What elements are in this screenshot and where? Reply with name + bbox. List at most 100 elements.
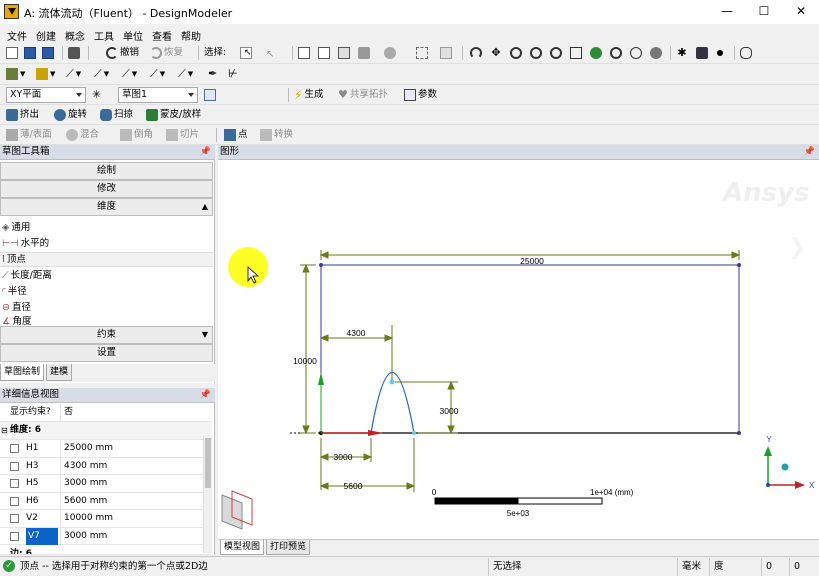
section-dimensions[interactable]: 维度 ▲ — [0, 198, 213, 216]
dimension-value[interactable]: 3000 mm — [60, 475, 107, 492]
extend-select-icon[interactable] — [384, 45, 396, 61]
section-modify[interactable]: 修改 — [0, 180, 213, 198]
menu-concept[interactable]: 概念 — [62, 27, 88, 44]
fit-icon[interactable] — [440, 45, 452, 61]
arch-end-point[interactable] — [412, 431, 416, 435]
dim-h6[interactable] — [319, 438, 416, 492]
pin-icon[interactable]: 📌 — [200, 388, 211, 402]
share-topology-button[interactable]: ♥ 共享拓扑 — [338, 87, 388, 103]
dim-v2-label[interactable]: 10000 — [293, 356, 317, 366]
menu-view[interactable]: 查看 — [149, 27, 175, 44]
new-icon[interactable] — [6, 45, 18, 61]
dim-v2[interactable] — [300, 263, 316, 435]
curve-tool-icon[interactable]: ⟋ ▼ — [178, 66, 193, 82]
pin-icon[interactable]: 📌 — [804, 145, 815, 159]
section-settings[interactable]: 设置 — [0, 344, 213, 362]
close-button[interactable]: ✕ — [786, 2, 816, 20]
checkbox[interactable] — [10, 531, 19, 541]
pan-icon[interactable]: ✥ — [490, 45, 502, 61]
dim-h1-label[interactable]: 25000 — [520, 256, 544, 266]
zoom-icon[interactable] — [510, 45, 522, 61]
tool-radius[interactable]: ◜ 半径 — [2, 284, 27, 299]
vertex-point[interactable] — [737, 263, 741, 267]
details-row-h6[interactable]: H6 5600 mm — [0, 492, 212, 510]
screenshot-icon[interactable] — [68, 45, 80, 61]
plane-select[interactable]: XY平面 — [6, 87, 86, 103]
section-constraints[interactable]: 约束 ▼ — [0, 326, 213, 344]
new-plane-icon[interactable]: ✳ — [92, 87, 101, 103]
tool-length-distance[interactable]: ⟋ 长度/距离 — [2, 268, 52, 283]
polyline-tool-icon[interactable]: ⟋ ▼ — [94, 66, 109, 82]
tool-angle[interactable]: ∡ 角度 — [2, 316, 32, 326]
details-row-v2[interactable]: V2 10000 mm — [0, 510, 212, 528]
tool-general[interactable]: ◈ 通用 — [2, 220, 30, 235]
view-box-icon[interactable] — [221, 490, 253, 530]
face-color-icon[interactable]: ▼ — [36, 66, 55, 82]
checkbox[interactable] — [10, 444, 19, 453]
save-as-icon[interactable] — [42, 45, 54, 61]
previous-view-icon[interactable] — [650, 45, 662, 61]
magnifier-icon[interactable] — [630, 45, 642, 61]
display-point-icon[interactable] — [714, 45, 726, 61]
details-scrollbar[interactable] — [203, 436, 212, 553]
status-angle-unit[interactable]: 度 — [709, 558, 761, 576]
domain-rectangle[interactable] — [320, 264, 740, 434]
thin-surface-button[interactable]: 薄/表面 — [6, 127, 52, 143]
line-tool-icon[interactable]: ⟋ ▼ — [66, 66, 81, 82]
point-tool-icon[interactable]: ⊬ — [228, 66, 238, 82]
checkbox[interactable] — [10, 514, 19, 523]
slice-button[interactable]: 切片 — [166, 127, 199, 143]
dimension-value[interactable]: 4300 mm — [60, 457, 107, 475]
zoom-fit-icon[interactable] — [570, 45, 582, 61]
scroll-up-icon[interactable]: ▲ — [202, 199, 208, 215]
dimension-value[interactable]: 5600 mm — [60, 492, 107, 510]
dim-v7-label[interactable]: 3000 — [440, 406, 459, 416]
checkbox[interactable] — [10, 479, 19, 488]
blend-button[interactable]: 混合 — [66, 127, 99, 143]
rotate-icon[interactable] — [470, 45, 482, 61]
zoom-box-icon[interactable] — [416, 45, 428, 61]
dim-h6-label[interactable]: 5600 — [344, 481, 363, 491]
tool-diameter[interactable]: ⊖ 直径 — [2, 300, 31, 315]
menu-tools[interactable]: 工具 — [91, 27, 117, 44]
vertex-point[interactable] — [737, 431, 741, 435]
save-icon[interactable] — [24, 45, 36, 61]
display-model-icon[interactable] — [696, 45, 708, 61]
tab-print-preview[interactable]: 打印预览 — [266, 540, 311, 555]
tool-horizontal[interactable]: ⊢⊣ 水平的 — [2, 236, 49, 251]
select-edge-icon[interactable] — [318, 45, 330, 61]
scroll-down-icon[interactable]: ▼ — [202, 327, 208, 343]
details-row-h1[interactable]: H1 25000 mm — [0, 440, 212, 458]
triad-toggle-icon[interactable]: ✱ — [676, 45, 688, 61]
dimension-value[interactable]: 10000 mm — [60, 510, 113, 527]
details-group-dimensions[interactable]: ⊟ 维度: 6 — [0, 422, 212, 440]
maximize-button[interactable]: ☐ — [749, 2, 779, 20]
section-draw[interactable]: 绘制 — [0, 162, 213, 180]
zoom-to-fit-icon[interactable] — [590, 45, 602, 61]
select-body-icon[interactable] — [358, 45, 370, 61]
dim-h5-label[interactable]: 3000 — [334, 452, 353, 462]
details-row-h5[interactable]: H5 3000 mm — [0, 475, 212, 493]
select-filter-icon[interactable]: ↖ — [266, 45, 278, 61]
menu-help[interactable]: 帮助 — [178, 27, 204, 44]
menu-file[interactable]: 文件 — [4, 27, 30, 44]
checkbox[interactable] — [10, 496, 19, 506]
tab-model-view[interactable]: 模型视图 — [220, 540, 265, 555]
vertex-point[interactable] — [319, 263, 323, 267]
new-sketch-icon[interactable] — [204, 87, 216, 103]
undo-button[interactable]: 撤销 — [106, 45, 139, 61]
dim-h3-label[interactable]: 4300 — [347, 328, 366, 338]
sweep-button[interactable]: 扫掠 — [100, 107, 133, 123]
details-group-edges[interactable]: 边: 6 — [0, 546, 212, 555]
details-row-h3[interactable]: H3 4300 mm — [0, 457, 212, 475]
extrude-button[interactable]: 挤出 — [6, 107, 39, 123]
arch-apex-point[interactable] — [389, 379, 395, 385]
generate-button[interactable]: ⚡ 生成 — [294, 87, 323, 103]
select-mode-icon[interactable]: ↖ — [240, 45, 252, 61]
revolve-button[interactable]: 旋转 — [54, 107, 87, 123]
parameters-button[interactable]: 参数 — [404, 87, 437, 103]
zoom-region-icon[interactable] — [550, 45, 562, 61]
spline-tool-icon[interactable]: ⟋ ▼ — [150, 66, 165, 82]
select-point-icon[interactable] — [298, 45, 310, 61]
tool-vertical[interactable]: I 顶点 — [2, 252, 26, 267]
